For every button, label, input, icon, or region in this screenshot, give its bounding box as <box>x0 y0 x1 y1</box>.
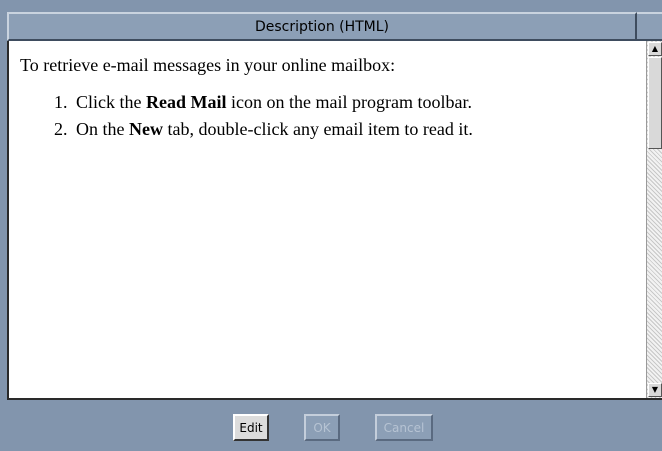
arrow-down-icon: ▼ <box>651 385 659 394</box>
step-number: 1. <box>54 92 68 112</box>
scroll-down-button[interactable]: ▼ <box>648 383 662 397</box>
ok-button[interactable]: OK <box>304 414 340 441</box>
content-frame: To retrieve e-mail messages in your onli… <box>7 41 662 400</box>
step-text-before: Click the <box>76 92 146 112</box>
step-text-before: On the <box>76 119 129 139</box>
intro-text: To retrieve e-mail messages in your onli… <box>20 55 396 75</box>
window-title: Description (HTML) <box>254 18 390 35</box>
arrow-up-icon: ▲ <box>651 44 659 53</box>
scroll-up-button[interactable]: ▲ <box>648 42 662 56</box>
scrollbar-thumb[interactable] <box>648 57 662 149</box>
step-text-after: tab, double-click any email item to read… <box>163 119 473 139</box>
step-number: 2. <box>54 119 68 139</box>
title-bar: Description (HTML) <box>7 12 637 41</box>
title-bar-corner <box>637 12 662 41</box>
step-text-after: icon on the mail program toolbar. <box>226 92 472 112</box>
steps-list: 1. Click the Read Mail icon on the mail p… <box>54 89 473 143</box>
step-bold-text: Read Mail <box>146 92 227 112</box>
vertical-scrollbar[interactable]: ▲ ▼ <box>646 41 662 398</box>
cancel-button[interactable]: Cancel <box>375 414 433 441</box>
top-strip <box>0 0 662 12</box>
list-item: 1. Click the Read Mail icon on the mail p… <box>54 89 473 116</box>
description-content: To retrieve e-mail messages in your onli… <box>9 41 639 398</box>
button-bar: Edit OK Cancel <box>0 400 662 451</box>
edit-button[interactable]: Edit <box>233 414 269 441</box>
step-bold-text: New <box>129 119 163 139</box>
list-item: 2. On the New tab, double-click any email… <box>54 116 473 143</box>
description-dialog: Description (HTML) To retrieve e-mail me… <box>0 0 662 451</box>
